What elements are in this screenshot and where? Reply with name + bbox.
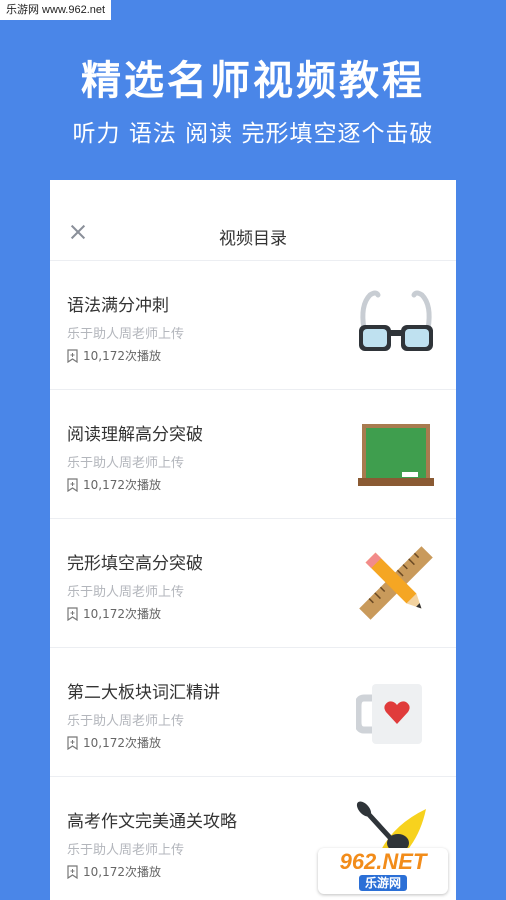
play-count: 10,172次播放 <box>67 863 161 880</box>
hero-title: 精选名师视频教程 <box>81 58 425 104</box>
bookmark-icon <box>67 477 78 492</box>
bookmark-icon <box>67 864 78 879</box>
course-item[interactable]: 第二大板块词汇精讲 乐于助人周老师上传 10,172次播放 <box>50 648 456 777</box>
play-count-text: 10,172次播放 <box>83 865 161 879</box>
play-count-text: 10,172次播放 <box>83 478 161 492</box>
play-count: 10,172次播放 <box>67 605 161 622</box>
blackboard-icon <box>358 424 434 486</box>
play-count-text: 10,172次播放 <box>83 607 161 621</box>
watermark-logo: 962.NET 乐游网 <box>318 848 448 894</box>
pencil-ruler-icon <box>359 546 433 620</box>
hero-subtitle: 听力 语法 阅读 完形填空逐个击破 <box>72 121 434 147</box>
course-item[interactable]: 语法满分冲刺 乐于助人周老师上传 10,172次播放 <box>50 261 456 390</box>
play-count: 10,172次播放 <box>67 347 161 364</box>
play-count: 10,172次播放 <box>67 476 161 493</box>
course-title: 阅读理解高分突破 <box>67 425 203 445</box>
course-author: 乐于助人周老师上传 <box>67 714 185 729</box>
course-title: 语法满分冲刺 <box>67 296 169 316</box>
course-author: 乐于助人周老师上传 <box>67 585 185 600</box>
bookmark-icon <box>67 735 78 750</box>
play-count-text: 10,172次播放 <box>83 349 161 363</box>
heart-mug-icon <box>356 684 422 744</box>
watermark-top: 乐游网 www.962.net <box>0 0 112 20</box>
course-title: 第二大板块词汇精讲 <box>67 683 220 703</box>
course-author: 乐于助人周老师上传 <box>67 327 185 342</box>
course-author: 乐于助人周老师上传 <box>67 843 185 858</box>
course-title: 高考作文完美通关攻略 <box>67 812 237 832</box>
course-item[interactable]: 阅读理解高分突破 乐于助人周老师上传 10,172次播放 <box>50 390 456 519</box>
panel-title: 视频目录 <box>219 229 287 249</box>
video-catalog-panel: 视频目录 语法满分冲刺 乐于助人周老师上传 10,172次播放 阅读理解高分突破… <box>50 180 456 900</box>
watermark-brand: 962.NET <box>339 849 427 874</box>
course-title: 完形填空高分突破 <box>67 554 203 574</box>
bookmark-icon <box>67 348 78 363</box>
watermark-name: 乐游网 <box>358 875 407 891</box>
play-count-text: 10,172次播放 <box>83 736 161 750</box>
play-count: 10,172次播放 <box>67 734 161 751</box>
course-item[interactable]: 完形填空高分突破 乐于助人周老师上传 10,172次播放 <box>50 519 456 648</box>
bookmark-icon <box>67 606 78 621</box>
course-author: 乐于助人周老师上传 <box>67 456 185 471</box>
panel-header: 视频目录 <box>50 180 456 261</box>
glasses-icon <box>359 290 433 351</box>
